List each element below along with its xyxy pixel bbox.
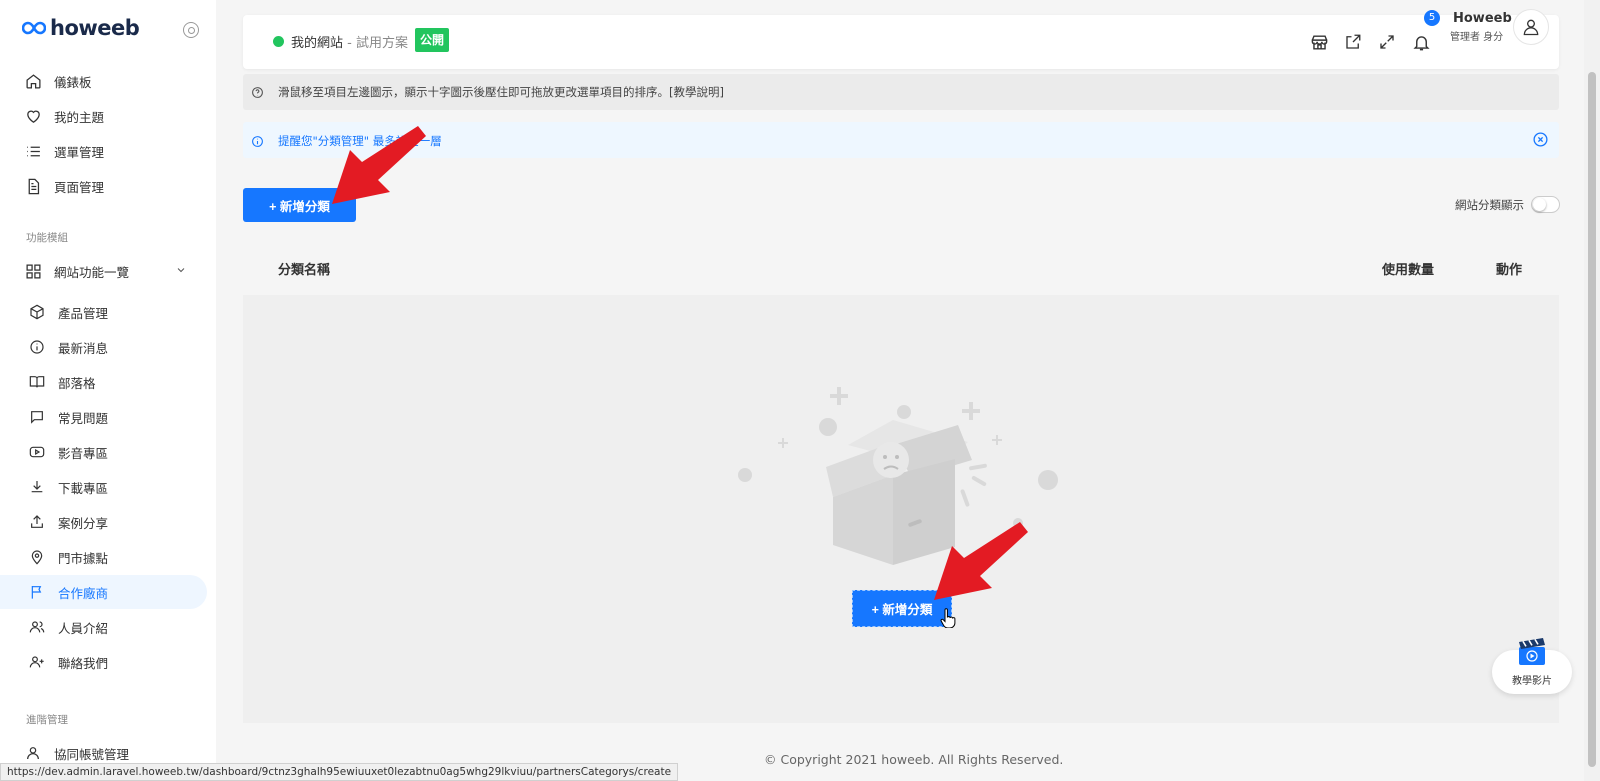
site-plan-label: - 試用方案 xyxy=(343,36,408,51)
sidebar-item-downloads[interactable]: 下載專區 xyxy=(0,470,207,504)
sidebar-item-cases[interactable]: 案例分享 xyxy=(0,505,207,539)
book-icon xyxy=(28,373,46,391)
scrollbar-thumb[interactable] xyxy=(1588,72,1596,767)
sidebar-item-label: 我的主題 xyxy=(54,109,105,125)
tip-text: 滑鼠移至項目左邊圖示，顯示十字圖示後壓住即可拖放更改選單項目的排序。[教學說明] xyxy=(278,85,724,99)
column-header-actions: 動作 xyxy=(1496,263,1523,278)
info-icon xyxy=(28,338,46,356)
sidebar-item-label: 聯絡我們 xyxy=(58,655,109,671)
site-status-dot xyxy=(273,36,284,47)
box-icon xyxy=(28,303,46,321)
sidebar-group-site-features[interactable]: 網站功能一覽 xyxy=(0,254,207,288)
clapperboard-icon xyxy=(1519,638,1545,665)
sidebar-item-label: 協同帳號管理 xyxy=(54,746,130,762)
infinity-logo-icon xyxy=(22,21,46,35)
sidebar-item-menu-management[interactable]: 選單管理 xyxy=(0,134,207,168)
page-scrollbar[interactable] xyxy=(1584,0,1600,781)
chevron-down-icon xyxy=(175,264,187,279)
sidebar-item-blog[interactable]: 部落格 xyxy=(0,365,207,399)
public-status-badge: 公開 xyxy=(415,28,450,52)
sidebar-item-label: 下載專區 xyxy=(58,480,109,496)
info-alert: 提醒您"分類管理" 最多設定一層 xyxy=(243,122,1559,158)
sidebar-item-label: 影音專區 xyxy=(58,445,109,461)
user-avatar[interactable] xyxy=(1513,9,1549,45)
question-circle-icon xyxy=(251,84,264,103)
brand-name: howeeb xyxy=(50,16,140,40)
sidebar-item-label: 門市據點 xyxy=(58,550,109,566)
sidebar-item-news[interactable]: 最新消息 xyxy=(0,330,207,364)
chat-icon xyxy=(28,408,46,426)
user-icon xyxy=(24,744,42,762)
users-icon xyxy=(28,618,46,636)
sidebar-item-label: 頁面管理 xyxy=(54,179,105,195)
notification-count-badge: 5 xyxy=(1424,10,1440,26)
close-circle-icon[interactable] xyxy=(1532,131,1549,152)
sidebar-item-dashboard[interactable]: 儀錶板 xyxy=(0,64,207,98)
download-icon xyxy=(28,478,46,496)
hand-pointer-cursor-icon xyxy=(940,608,956,628)
sidebar-item-label: 常見問題 xyxy=(58,410,109,426)
empty-box-illustration xyxy=(738,387,1058,565)
flag-icon xyxy=(28,583,46,601)
add-category-button[interactable]: + 新增分類 xyxy=(243,188,356,222)
sidebar-item-label: 最新消息 xyxy=(58,340,109,356)
sidebar-item-label: 部落格 xyxy=(58,375,96,391)
sidebar-item-page-management[interactable]: 頁面管理 xyxy=(0,169,207,203)
document-icon xyxy=(24,177,42,195)
user-name: Howeeb xyxy=(1453,11,1512,26)
toggle-label: 網站分類顯示 xyxy=(1455,198,1524,212)
user-role: 管理者 身分 xyxy=(1450,32,1504,43)
footer-copyright: © Copyright 2021 howeeb. All Rights Rese… xyxy=(764,752,1064,767)
sidebar-item-contact[interactable]: 聯絡我們 xyxy=(0,645,207,679)
sidebar-item-label: 產品管理 xyxy=(58,305,109,321)
brand-logo[interactable]: howeeb xyxy=(22,16,140,40)
info-icon xyxy=(251,133,264,152)
alert-text: 提醒您"分類管理" 最多設定一層 xyxy=(278,134,442,148)
user-avatar-icon xyxy=(1523,19,1539,36)
sidebar-item-team[interactable]: 人員介紹 xyxy=(0,610,207,644)
section-label-modules: 功能模組 xyxy=(26,232,68,244)
sidebar-item-stores[interactable]: 門市據點 xyxy=(0,540,207,574)
show-categories-toggle[interactable] xyxy=(1531,196,1560,213)
tutorial-video-widget[interactable]: 教學影片 xyxy=(1492,638,1572,694)
sidebar-group-label: 網站功能一覽 xyxy=(54,264,130,280)
heart-icon xyxy=(24,107,42,125)
list-icon xyxy=(24,142,42,160)
sidebar-item-label: 案例分享 xyxy=(58,515,109,531)
home-icon xyxy=(24,72,42,90)
section-label-advanced: 進階管理 xyxy=(26,714,68,726)
site-title[interactable]: 我的網站 - 試用方案 xyxy=(291,32,408,51)
sidebar-item-label: 儀錶板 xyxy=(54,74,92,90)
sidebar-item-videos[interactable]: 影音專區 xyxy=(0,435,207,469)
grid-icon xyxy=(24,262,42,280)
sidebar: howeeb 儀錶板 我的主題 選單管理 頁面管理 功能模組 網站功能一覽 產品… xyxy=(0,0,216,781)
empty-state-panel: + 新增分類 xyxy=(243,295,1559,723)
external-link-icon[interactable] xyxy=(1342,31,1364,53)
sidebar-item-partners[interactable]: 合作廠商 xyxy=(0,575,207,609)
sidebar-item-label: 合作廠商 xyxy=(58,585,109,601)
storefront-icon[interactable] xyxy=(1308,31,1330,53)
fullscreen-icon[interactable] xyxy=(1376,31,1398,53)
sidebar-item-products[interactable]: 產品管理 xyxy=(0,295,207,329)
bell-icon[interactable] xyxy=(1410,31,1432,53)
browser-status-url: https://dev.admin.laravel.howeeb.tw/dash… xyxy=(0,763,679,781)
column-header-name: 分類名稱 xyxy=(278,263,331,278)
location-pin-icon xyxy=(28,548,46,566)
add-category-empty-button[interactable]: + 新增分類 xyxy=(852,590,952,627)
share-icon xyxy=(28,513,46,531)
sidebar-item-label: 人員介紹 xyxy=(58,620,109,636)
sidebar-collapse-button[interactable] xyxy=(183,22,199,38)
user-plus-icon xyxy=(28,653,46,671)
sidebar-item-my-theme[interactable]: 我的主題 xyxy=(0,99,207,133)
sidebar-item-faq[interactable]: 常見問題 xyxy=(0,400,207,434)
drag-sort-tip: 滑鼠移至項目左邊圖示，顯示十字圖示後壓住即可拖放更改選單項目的排序。[教學說明] xyxy=(243,74,1559,110)
tutorial-label: 教學影片 xyxy=(1512,676,1552,687)
video-icon xyxy=(28,443,46,461)
sidebar-item-label: 選單管理 xyxy=(54,144,105,160)
column-header-count: 使用數量 xyxy=(1382,263,1435,278)
